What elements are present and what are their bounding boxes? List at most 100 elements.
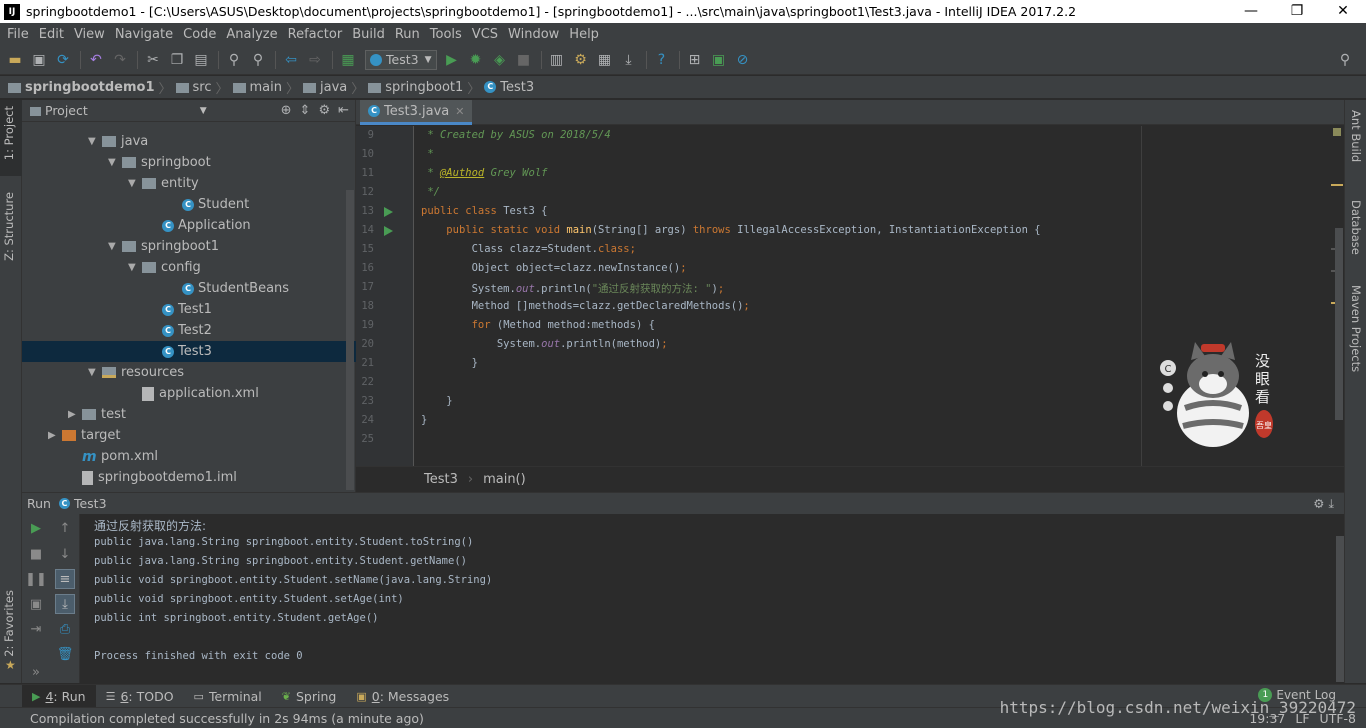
breadcrumb-src[interactable]: src [175,80,212,95]
stop-icon[interactable]: ■ [26,544,46,564]
menu-window[interactable]: Window [503,27,564,42]
tree-item-java[interactable]: ▼ java [22,131,356,152]
menu-refactor[interactable]: Refactor [283,27,348,42]
search-everywhere-icon[interactable]: ⚲ [1334,49,1356,71]
find-icon[interactable]: ⚲ [223,49,245,71]
tab-database[interactable]: Database [1349,200,1363,255]
rerun-icon[interactable]: ▶ [26,518,46,538]
tree-item-springboot[interactable]: ▼ springboot [22,152,356,173]
breadcrumb-project[interactable]: springbootdemo1 [8,80,155,95]
editor-scrollbar[interactable] [1335,228,1343,420]
expanded-arrow-icon[interactable]: ▼ [128,262,142,273]
collapsed-arrow-icon[interactable]: ▶ [48,430,62,441]
print-icon[interactable]: ⎙ [55,619,75,639]
tree-item-target[interactable]: ▶ target [22,425,356,446]
tree-item-entity[interactable]: ▼ entity [22,173,356,194]
trash-icon[interactable]: 🗑 [55,644,75,664]
hide-icon[interactable]: ⇤ [338,103,349,118]
run-icon[interactable]: ▶ [441,49,463,71]
scrollbar[interactable] [346,190,354,490]
exit-icon[interactable]: ⇥ [26,619,46,639]
scroll-up-icon[interactable]: ↑ [55,518,75,538]
menu-view[interactable]: View [69,27,110,42]
run-gutter-icon[interactable] [384,207,393,217]
tab-maven-projects[interactable]: Maven Projects [1349,285,1363,372]
tree-item-springboot1[interactable]: ▼ springboot1 [22,236,356,257]
collapsed-arrow-icon[interactable]: ▶ [68,409,82,420]
minimize-button[interactable]: — [1228,0,1274,23]
tab-run[interactable]: ▶ 4: Run [22,684,96,708]
project-structure-icon[interactable]: ▥ [546,49,568,71]
menu-tools[interactable]: Tools [425,27,467,42]
forward-icon[interactable]: ⇨ [304,49,326,71]
tree-item-application[interactable]: C Application [22,215,356,236]
no-entry-icon[interactable]: ⊘ [732,49,754,71]
breadcrumb-springboot1[interactable]: springboot1 [368,80,463,95]
back-icon[interactable]: ⇦ [280,49,302,71]
coverage-icon[interactable]: ◈ [489,49,511,71]
stop-icon[interactable]: ■ [513,49,535,71]
breadcrumb-test3[interactable]: C Test3 [484,80,534,95]
expanded-arrow-icon[interactable]: ▼ [108,157,122,168]
sync-icon[interactable]: ⟳ [52,49,74,71]
gear-icon[interactable]: ⚙ [318,103,330,118]
tree-item-test2[interactable]: C Test2 [22,320,356,341]
chevron-down-icon[interactable]: ▼ [200,106,207,116]
tree-item-resources[interactable]: ▼ resources [22,362,356,383]
crumb-class[interactable]: Test3 [424,472,458,487]
open-folder-icon[interactable]: ▬ [4,49,26,71]
replace-icon[interactable]: ⚲ [247,49,269,71]
tab-ant-build[interactable]: Ant Build [1349,110,1363,162]
maximize-button[interactable]: ❐ [1274,0,1320,23]
scroll-to-end-icon[interactable]: ⤓ [55,594,75,614]
menu-build[interactable]: Build [347,27,390,42]
menu-run[interactable]: Run [390,27,425,42]
expanded-arrow-icon[interactable]: ▼ [108,241,122,252]
tree-item-test[interactable]: ▶ test [22,404,356,425]
tab-project[interactable]: 1: Project [2,106,16,160]
save-icon[interactable]: ▣ [28,49,50,71]
help-icon[interactable]: ? [651,49,673,71]
monitor-icon[interactable]: ▣ [708,49,730,71]
locate-icon[interactable]: ⊕ [281,103,292,118]
tree-item-pom-xml[interactable]: m pom.xml [22,446,356,467]
pause-icon[interactable]: ❚❚ [25,569,47,589]
camera-icon[interactable]: ▣ [26,594,46,614]
tree-item-student[interactable]: C Student [22,194,356,215]
menu-navigate[interactable]: Navigate [110,27,178,42]
expanded-arrow-icon[interactable]: ▼ [88,136,102,147]
tab-structure[interactable]: Z: Structure [2,192,16,261]
menu-help[interactable]: Help [564,27,604,42]
menu-edit[interactable]: Edit [34,27,69,42]
close-icon[interactable]: ✕ [455,105,464,118]
tree-item-test3[interactable]: C Test3 [22,341,356,362]
copy-icon[interactable]: ❐ [166,49,188,71]
tree-item-config[interactable]: ▼ config [22,257,356,278]
breadcrumb-java[interactable]: java [303,80,347,95]
console-scrollbar[interactable] [1336,536,1344,682]
paste-icon[interactable]: ▤ [190,49,212,71]
menu-vcs[interactable]: VCS [467,27,503,42]
tree-item-application-xml[interactable]: application.xml [22,383,356,404]
tab-favorites[interactable]: 2: Favorites [2,590,16,657]
tab-messages[interactable]: ▣ 0: Messages [346,685,459,708]
menu-file[interactable]: File [2,27,34,42]
undo-icon[interactable]: ↶ [85,49,107,71]
tab-todo[interactable]: ☰ 6: TODO [96,685,184,708]
hide-panel-icon[interactable]: ⤓ [1328,496,1334,511]
tree-item-springbootdemo1-iml[interactable]: springbootdemo1.iml [22,467,356,488]
run-gutter-icon[interactable] [384,226,393,236]
run-configuration-select[interactable]: Test3 ▼ [365,49,437,70]
expanded-arrow-icon[interactable]: ▼ [128,178,142,189]
scroll-down-icon[interactable]: ↓ [55,544,75,564]
tab-terminal[interactable]: ▭ Terminal [184,685,272,708]
menu-code[interactable]: Code [178,27,221,42]
run-console[interactable]: 通过反射获取的方法: public java.lang.String spring… [80,514,1336,683]
debug-icon[interactable]: ✹ [465,49,487,71]
soft-wrap-icon[interactable]: ≡ [55,569,75,589]
tab-spring[interactable]: ❦ Spring [272,685,347,708]
expanded-arrow-icon[interactable]: ▼ [88,367,102,378]
run-panel-config[interactable]: Test3 [74,496,107,511]
tab-test3-java[interactable]: C Test3.java ✕ [360,100,473,125]
sdk-icon[interactable]: ▦ [594,49,616,71]
